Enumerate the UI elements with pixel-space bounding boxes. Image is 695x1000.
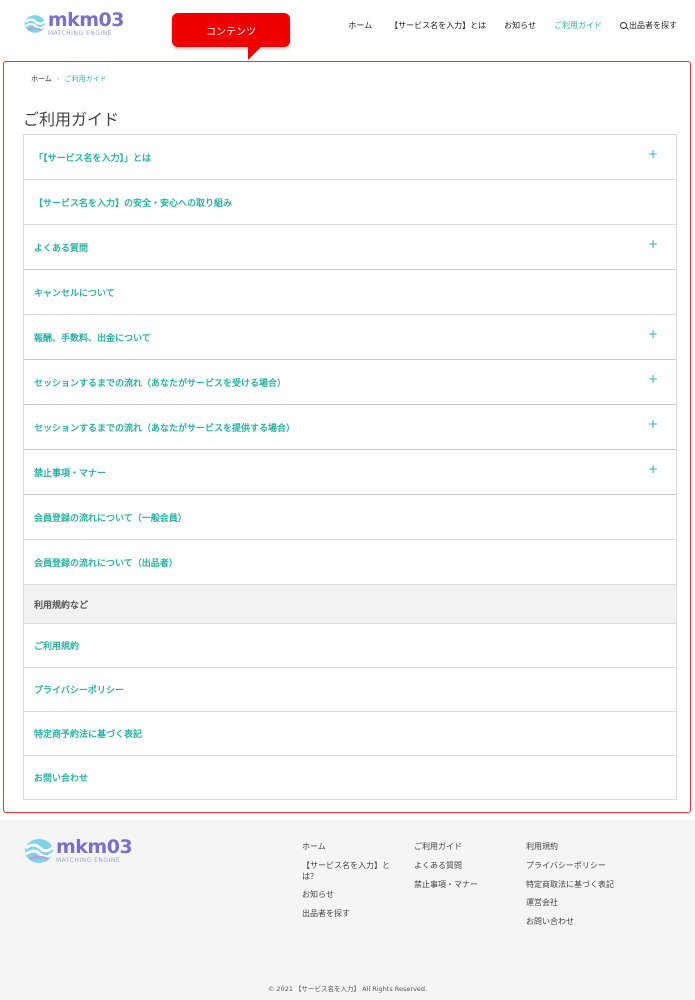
guide-item-flow-receive[interactable]: セッションするまでの流れ（あなたがサービスを受ける場合） + — [24, 360, 676, 405]
nav-search-sellers[interactable]: 出品者を探す — [620, 20, 677, 31]
plus-icon[interactable]: + — [648, 237, 658, 251]
footer-logo-name: mkm03 — [56, 836, 133, 858]
logo-wave-icon — [25, 839, 54, 863]
terms-item-label: 特定商予約法に基づく表記 — [34, 730, 143, 740]
footer-link-company[interactable]: 運営会社 — [526, 898, 636, 909]
guide-item-label: 「【サービス名を入力】」とは — [34, 153, 152, 164]
page-title: ご利用ガイド — [23, 110, 120, 129]
footer-link-search-sellers[interactable]: 出品者を探す — [302, 909, 402, 920]
footer-link-home[interactable]: ホーム — [302, 842, 402, 853]
terms-item-commerce-law[interactable]: 特定商予約法に基づく表記 — [24, 712, 676, 756]
footer-link-commerce-law[interactable]: 特定商取法に基づく表記 — [526, 880, 636, 891]
terms-item-label: ご利用規約 — [34, 642, 80, 652]
guide-item-register-seller[interactable]: 会員登録の流れについて（出品者） — [24, 540, 676, 585]
breadcrumb: ホーム › ご利用ガイド — [31, 74, 107, 84]
footer-link-news[interactable]: お知らせ — [302, 890, 402, 901]
guide-item-safety[interactable]: 【サービス名を入力】の安全・安心への取り組み — [24, 180, 676, 225]
terms-item-privacy[interactable]: プライバシーポリシー — [24, 668, 676, 712]
terms-item-terms-of-use[interactable]: ご利用規約 — [24, 624, 676, 668]
guide-item-label: キャンセルについて — [34, 288, 115, 299]
content-callout: コンテンツ — [172, 13, 290, 47]
terms-item-contact[interactable]: お問い合わせ — [24, 756, 676, 800]
nav-guide[interactable]: ご利用ガイド — [554, 20, 602, 31]
guide-item-cancel[interactable]: キャンセルについて — [24, 270, 676, 315]
logo-name: mkm03 — [47, 9, 125, 31]
breadcrumb-separator: › — [56, 75, 60, 83]
footer-logo[interactable]: mkm03 MATCHING ENGINE — [24, 836, 133, 865]
footer-link-privacy[interactable]: プライバシーポリシー — [526, 861, 636, 872]
breadcrumb-home[interactable]: ホーム — [31, 75, 52, 83]
guide-item-label: セッションするまでの流れ（あなたがサービスを受ける場合） — [34, 378, 287, 389]
guide-item-label: 禁止事項・マナー — [34, 468, 107, 479]
plus-icon[interactable]: + — [648, 372, 658, 386]
guide-item-fees[interactable]: 報酬、手数料、出金について + — [24, 315, 676, 360]
logo-subtitle: MATCHING ENGINE — [47, 30, 112, 37]
terms-item-label: プライバシーポリシー — [34, 686, 124, 696]
guide-item-label: 会員登録の流れについて（出品者） — [34, 558, 178, 569]
footer-link-terms[interactable]: 利用規約 — [526, 842, 636, 853]
plus-icon[interactable]: + — [648, 147, 658, 161]
plus-icon[interactable]: + — [648, 417, 658, 431]
nav-home[interactable]: ホーム — [348, 20, 372, 31]
footer-link-faq[interactable]: よくある質問 — [414, 861, 514, 872]
terms-item-label: お問い合わせ — [34, 774, 89, 784]
site-footer: mkm03 MATCHING ENGINE ホーム 【サービス名を入力】とは？ … — [0, 820, 695, 1000]
guide-list: 「【サービス名を入力】」とは + 【サービス名を入力】の安全・安心への取り組み よ… — [23, 134, 677, 800]
site-logo[interactable]: mkm03 MATCHING ENGINE — [24, 8, 125, 40]
guide-item-faq[interactable]: よくある質問 + — [24, 225, 676, 270]
footer-column-2: ご利用ガイド よくある質問 禁止事項・マナー — [414, 842, 514, 898]
nav-about[interactable]: 【サービス名を入力】とは — [390, 20, 486, 31]
logo-wave-icon — [24, 15, 46, 33]
breadcrumb-current: ご利用ガイド — [64, 75, 107, 83]
guide-item-label: 報酬、手数料、出金について — [34, 333, 151, 344]
guide-item-label: セッションするまでの流れ（あなたがサービスを提供する場合） — [34, 423, 296, 434]
plus-icon[interactable]: + — [648, 462, 658, 476]
guide-item-flow-provide[interactable]: セッションするまでの流れ（あなたがサービスを提供する場合） + — [24, 405, 676, 450]
guide-item-label: よくある質問 — [34, 243, 89, 254]
guide-item-label: 【サービス名を入力】の安全・安心への取り組み — [34, 198, 233, 209]
footer-link-about[interactable]: 【サービス名を入力】とは？ — [302, 861, 402, 883]
main-nav: ホーム 【サービス名を入力】とは お知らせ ご利用ガイド 出品者を探す — [330, 20, 677, 31]
nav-news[interactable]: お知らせ — [504, 20, 536, 31]
footer-column-1: ホーム 【サービス名を入力】とは？ お知らせ 出品者を探す — [302, 842, 402, 928]
footer-link-contact[interactable]: お問い合わせ — [526, 917, 636, 928]
callout-tail — [248, 46, 262, 60]
guide-item-label: 会員登録の流れについて（一般会員） — [34, 513, 187, 524]
site-header: mkm03 MATCHING ENGINE ホーム 【サービス名を入力】とは お… — [0, 0, 695, 55]
section-header-terms: 利用規約など — [24, 585, 676, 624]
guide-item-register-member[interactable]: 会員登録の流れについて（一般会員） — [24, 495, 676, 540]
footer-link-prohibited[interactable]: 禁止事項・マナー — [414, 880, 514, 891]
search-icon — [620, 22, 627, 29]
footer-logo-subtitle: MATCHING ENGINE — [56, 857, 121, 864]
guide-item-prohibited[interactable]: 禁止事項・マナー + — [24, 450, 676, 495]
footer-link-guide[interactable]: ご利用ガイド — [414, 842, 514, 853]
copyright: © 2021 【サービス名を入力】 All Rights Reserved. — [267, 985, 428, 993]
footer-column-3: 利用規約 プライバシーポリシー 特定商取法に基づく表記 運営会社 お問い合わせ — [526, 842, 636, 936]
guide-item-about[interactable]: 「【サービス名を入力】」とは + — [24, 135, 676, 180]
plus-icon[interactable]: + — [648, 327, 658, 341]
nav-search-label: 出品者を探す — [629, 21, 677, 30]
